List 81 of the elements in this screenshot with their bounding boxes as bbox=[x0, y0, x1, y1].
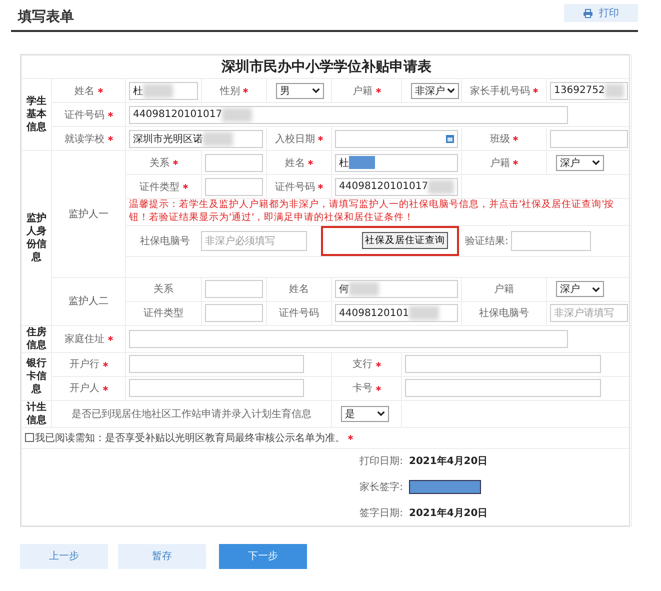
input-field[interactable] bbox=[129, 330, 568, 348]
input-field[interactable] bbox=[129, 379, 304, 398]
field-label: 验证结果: bbox=[465, 234, 508, 248]
caret-icon bbox=[312, 88, 320, 93]
field-label: 姓名 bbox=[289, 284, 309, 296]
section-label: 银行卡信息 bbox=[26, 356, 48, 396]
input-field[interactable] bbox=[205, 154, 263, 172]
input-field[interactable]: 杜 bbox=[335, 154, 458, 172]
field-label: 卡号 bbox=[352, 383, 372, 394]
print-button[interactable]: 打印 bbox=[564, 4, 638, 22]
form-title: 深圳市民办中小学学位补贴申请表 bbox=[222, 59, 432, 75]
field-label: 社保电脑号 bbox=[140, 234, 190, 248]
field-label: 证件类型 bbox=[140, 182, 180, 192]
input-field[interactable] bbox=[205, 178, 263, 196]
field-label: 户籍 bbox=[352, 86, 372, 96]
step-button[interactable]: 上一步 bbox=[20, 544, 108, 569]
input-field[interactable]: 44098120101017 bbox=[335, 178, 458, 196]
printer-icon bbox=[583, 8, 593, 18]
input-field[interactable] bbox=[511, 230, 592, 251]
date-field[interactable] bbox=[335, 130, 458, 148]
input-field[interactable] bbox=[405, 355, 602, 374]
step-button[interactable]: 暂存 bbox=[118, 544, 206, 569]
signature-label: 签字日期: bbox=[358, 506, 403, 520]
checkbox[interactable] bbox=[25, 433, 34, 442]
calendar-icon bbox=[446, 134, 454, 142]
section-label: 学生基本信息 bbox=[26, 95, 48, 134]
field-label: 开户行 bbox=[70, 359, 100, 370]
input-field[interactable] bbox=[405, 379, 602, 398]
field-label: 关系 bbox=[150, 158, 170, 168]
field-label: 证件号码 bbox=[275, 182, 315, 192]
dropdown[interactable]: 是 bbox=[341, 406, 389, 422]
input-field[interactable]: 13692752 bbox=[550, 82, 628, 100]
date-value: 2021年4月20日 bbox=[409, 506, 489, 520]
field-label: 证件号码 bbox=[64, 110, 104, 120]
warning-notice: 温馨提示：若学生及监护人户籍都为非深户，请填写监护人一的社保电脑号信息，并点击'社保及居住证查询'按钮！若验证结果显示为'通过'，即满足申请的社保和居住证条件！ bbox=[129, 199, 616, 225]
field-label: 支行 bbox=[352, 359, 372, 370]
caret-icon bbox=[592, 160, 600, 165]
field-label: 是否已到现居住地社区工作站申请并录入计划生育信息 bbox=[72, 408, 312, 420]
caret-icon bbox=[592, 286, 600, 292]
caret-icon bbox=[377, 411, 385, 416]
dropdown[interactable]: 深户 bbox=[556, 281, 604, 298]
dropdown[interactable]: 非深户 bbox=[411, 82, 459, 98]
dropdown[interactable]: 深户 bbox=[556, 154, 604, 170]
field-label: 关系 bbox=[154, 284, 174, 296]
field-label: 姓名 bbox=[285, 158, 305, 168]
field-label: 家长手机号码 bbox=[470, 86, 530, 96]
field-label: 开户人 bbox=[70, 383, 100, 394]
input-field[interactable] bbox=[129, 355, 304, 374]
input-field[interactable]: 44098120101 bbox=[335, 304, 458, 322]
agreement-text: 我已阅读需知：是否享受补贴以光明区教育局最终审核公示名单为准。 bbox=[35, 432, 345, 444]
field-label: 社保电脑号 bbox=[479, 308, 529, 320]
guardian-label: 监护人一 bbox=[68, 208, 108, 220]
field-label: 证件类型 bbox=[144, 308, 184, 320]
caret-icon bbox=[447, 88, 455, 93]
field-label: 户籍 bbox=[490, 158, 510, 168]
guardian-label: 监护人二 bbox=[68, 296, 108, 308]
section-label: 计生信息 bbox=[26, 400, 48, 427]
section-label: 住房信息 bbox=[26, 326, 48, 352]
signature-label: 家长签字: bbox=[358, 480, 403, 494]
input-field[interactable]: 何 bbox=[335, 280, 458, 298]
signature-label: 打印日期: bbox=[358, 454, 403, 468]
field-label: 班级 bbox=[490, 134, 510, 144]
redaction-box bbox=[409, 480, 481, 494]
field-label: 就读学校 bbox=[64, 134, 104, 144]
dropdown[interactable]: 男 bbox=[276, 82, 324, 98]
query-button[interactable]: 社保及居住证查询 bbox=[362, 232, 448, 250]
input-field[interactable]: 杜 bbox=[129, 82, 198, 100]
date-value: 2021年4月20日 bbox=[409, 454, 489, 468]
section-label: 监护人身份信息 bbox=[26, 212, 48, 264]
input-field[interactable] bbox=[550, 130, 628, 148]
field-label: 性别 bbox=[220, 86, 240, 96]
input-field[interactable]: 深圳市光明区诺 bbox=[129, 130, 263, 148]
field-label: 家庭住址 bbox=[64, 334, 104, 345]
page-title: 填写表单 bbox=[16, 8, 74, 26]
input-field[interactable] bbox=[205, 304, 263, 322]
input-field[interactable]: 44098120101017 bbox=[129, 106, 568, 124]
field-label: 入校日期 bbox=[275, 134, 315, 144]
input-field[interactable] bbox=[205, 280, 263, 298]
field-label: 证件号码 bbox=[279, 308, 319, 320]
field-label: 姓名 bbox=[74, 86, 94, 96]
field-label: 户籍 bbox=[494, 284, 514, 296]
